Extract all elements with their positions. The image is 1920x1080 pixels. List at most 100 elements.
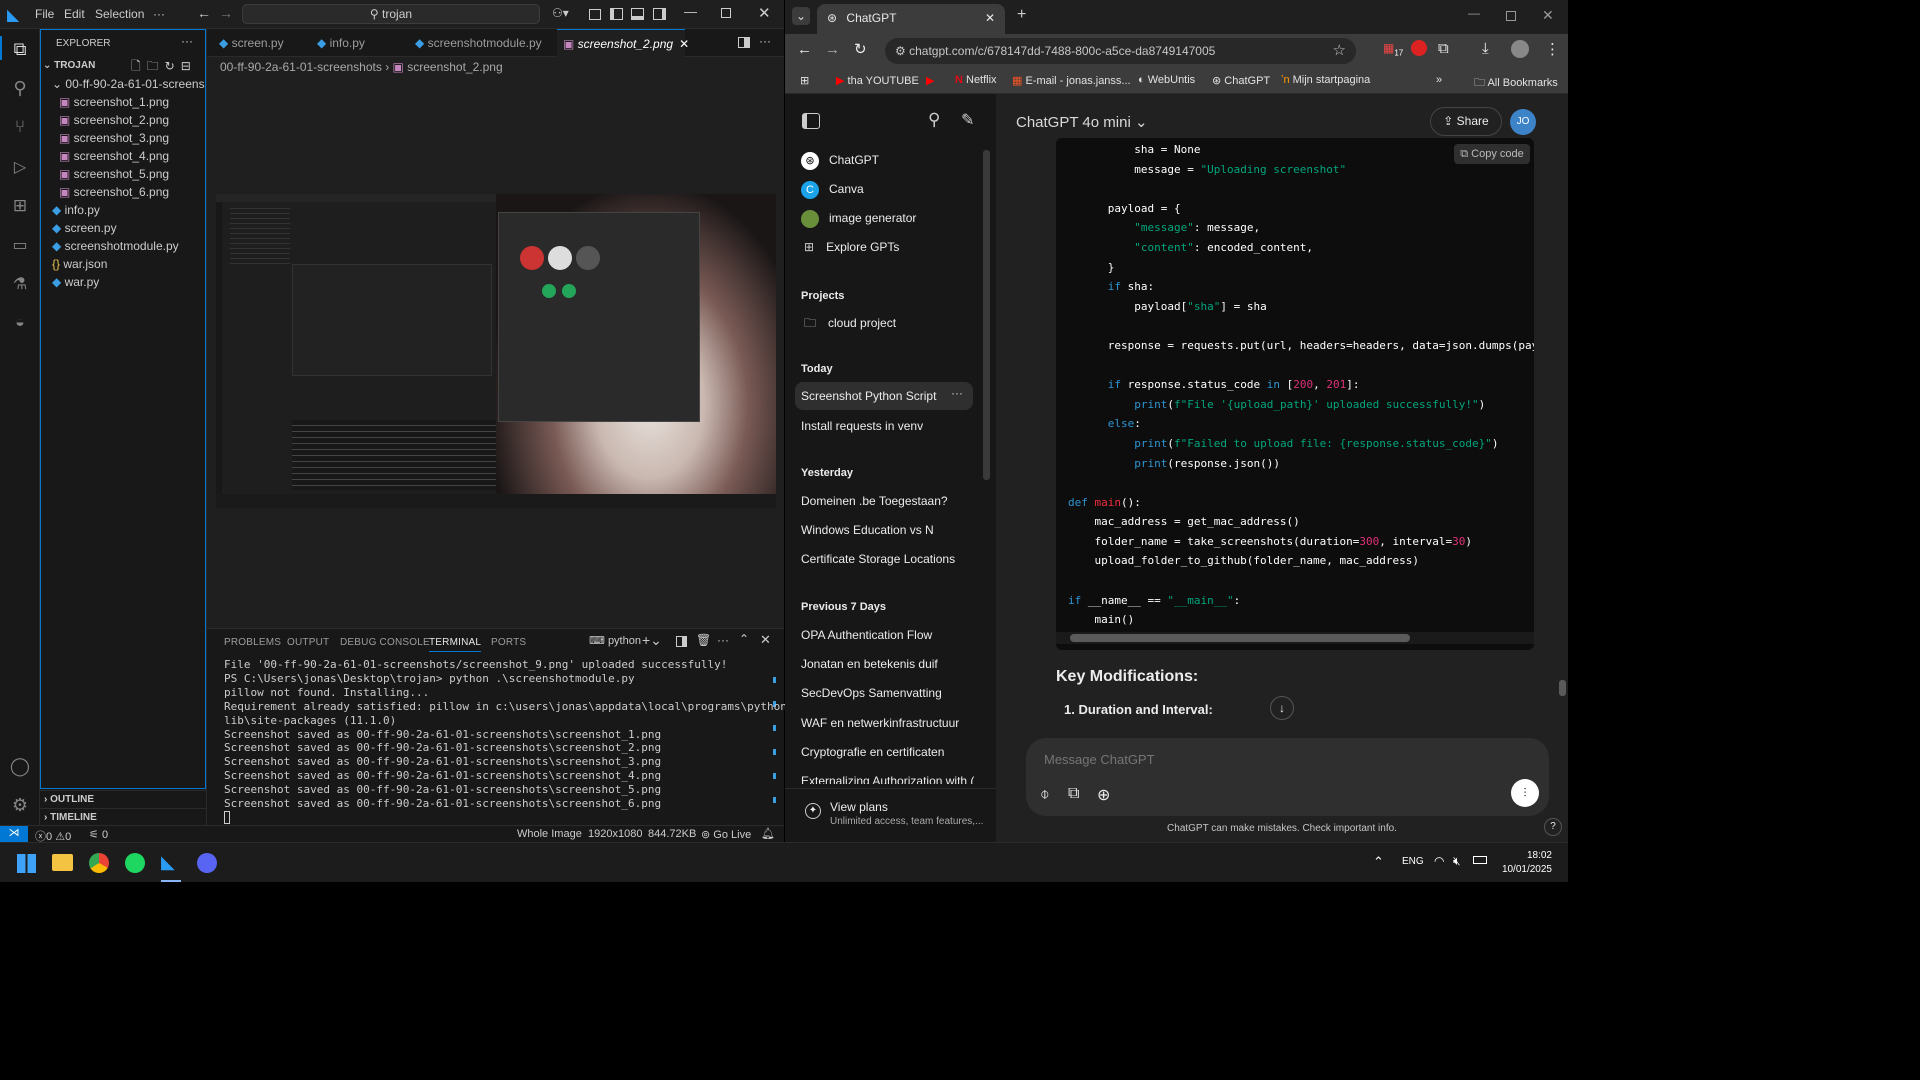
chat-cryptografie[interactable]: Cryptografie en certificaten [801, 745, 944, 759]
chat-domeinen[interactable]: Domeinen .be Toegestaan? [801, 494, 948, 508]
explorer-files-icon[interactable]: ⧉ [8, 37, 32, 61]
copilot-icon[interactable]: ⚇▾ [552, 6, 569, 20]
outline-section[interactable]: › OUTLINE [40, 790, 206, 808]
chat-jonatan-duif[interactable]: Jonatan en betekenis duif [801, 657, 938, 671]
show-hidden-icons-chevron-up-icon[interactable]: ⌃ [1373, 854, 1384, 870]
bookmark-star-icon[interactable]: ☆ [1333, 38, 1346, 64]
user-avatar[interactable]: JO [1510, 109, 1536, 135]
file-explorer-icon[interactable] [52, 854, 73, 871]
apps-grid-icon[interactable]: ⊞ [800, 74, 809, 87]
scroll-down-arrow-icon[interactable]: ↓ [1270, 696, 1294, 720]
split-terminal-icon[interactable] [676, 636, 687, 647]
folder-screenshots[interactable]: ⌄ 00-ff-90-2a-61-01-screensh... [40, 75, 206, 93]
help-button[interactable]: ? [1544, 818, 1562, 836]
vscode-icon[interactable]: ◣ [161, 852, 175, 873]
toggle-sidebar-icon[interactable] [802, 113, 820, 129]
tools-icon[interactable]: ⧉ [1068, 785, 1079, 803]
manage-gear-icon[interactable]: ⚙ [8, 793, 32, 817]
back-arrow-icon[interactable]: ← [797, 41, 812, 58]
file-war-py[interactable]: ◆ war.py [40, 273, 206, 291]
chrome-menu-icon[interactable]: ⋮ [1545, 40, 1560, 58]
panel-tab-output[interactable]: OUTPUT [287, 637, 329, 648]
file-screenshotmodule-py[interactable]: ◆ screenshotmodule.py [40, 237, 206, 255]
spotify-icon[interactable] [125, 853, 145, 873]
back-arrow-icon[interactable]: ← [197, 5, 211, 21]
chat-screenshot-python-script[interactable]: Screenshot Python Script [801, 389, 936, 403]
notifications-bell-icon[interactable]: 🔔︎ [761, 827, 775, 840]
address-bar[interactable]: ⚙ chatgpt.com/c/678147dd-7488-800c-a5ce-… [885, 38, 1356, 64]
layout-panel-icon[interactable] [589, 9, 601, 20]
chat-install-requests[interactable]: Install requests in venv [801, 419, 923, 433]
testing-flask-icon[interactable]: ⚗ [8, 272, 32, 296]
maximize-panel-chevron-up-icon[interactable]: ⌃ [739, 632, 749, 646]
accounts-icon[interactable]: ◯ [8, 754, 32, 778]
chrome-icon[interactable] [89, 853, 109, 873]
toggle-sidebar-icon[interactable] [610, 8, 623, 20]
extensions-icon[interactable]: ⊞ [8, 194, 32, 218]
file-screenshot-4[interactable]: ▣ screenshot_4.png [40, 147, 206, 165]
file-screenshot-1[interactable]: ▣ screenshot_1.png [40, 93, 206, 111]
chat-secdevops[interactable]: SecDevOps Samenvatting [801, 686, 942, 700]
panel-more-icon[interactable]: ··· [717, 633, 729, 647]
attach-paperclip-icon[interactable]: ⌽ [1040, 786, 1050, 804]
file-screen-py[interactable]: ◆ screen.py [40, 219, 206, 237]
docker-whale-icon[interactable]: ◒ [8, 311, 32, 335]
model-selector[interactable]: ChatGPT 4o mini ⌄ [1016, 113, 1148, 131]
bookmark-chatgpt[interactable]: ⊛ ChatGPT [1212, 74, 1270, 87]
code-hscroll-track[interactable] [1056, 632, 1534, 644]
panel-tab-ports[interactable]: PORTS [491, 637, 526, 648]
downloads-icon[interactable]: ⤓ [1482, 40, 1489, 57]
nav-canva[interactable]: C Canva [801, 181, 864, 199]
menu-file[interactable]: File [35, 7, 54, 21]
youtube-icon[interactable]: ▶ [926, 74, 934, 87]
image-zoom-status[interactable]: Whole Image [517, 828, 582, 840]
search-view-icon[interactable]: ⚲ [8, 76, 32, 100]
chat-certificate-storage[interactable]: Certificate Storage Locations [801, 552, 955, 566]
new-terminal-plus-icon[interactable]: +⌄ [642, 632, 662, 649]
bookmark-email[interactable]: ▦ E-mail - jonas.janss... [1012, 74, 1131, 87]
remote-indicator-icon[interactable]: ⋊ [0, 826, 28, 842]
menu-selection[interactable]: Selection [95, 7, 144, 21]
chat-externalizing[interactable]: Externalizing Authorization with ( [801, 774, 974, 784]
file-screenshot-6[interactable]: ▣ screenshot_6.png [40, 183, 206, 201]
file-screenshot-5[interactable]: ▣ screenshot_5.png [40, 165, 206, 183]
language-indicator[interactable]: ENG [1402, 856, 1424, 867]
copy-code-button[interactable]: ⧉ Copy code [1454, 144, 1530, 164]
clock-time[interactable]: 18:02 [1510, 850, 1552, 861]
file-screenshot-2[interactable]: ▣ screenshot_2.png [40, 111, 206, 129]
panel-tab-terminal[interactable]: TERMINAL [429, 637, 482, 652]
new-chat-edit-icon[interactable]: ✎ [961, 110, 974, 130]
close-tab-icon[interactable]: ✕ [679, 37, 689, 51]
go-live-button[interactable]: ⊚ Go Live [701, 828, 751, 841]
code-hscroll-thumb[interactable] [1070, 634, 1410, 642]
timeline-section[interactable]: › TIMELINE [40, 808, 206, 826]
split-editor-icon[interactable] [738, 37, 750, 48]
clock-date[interactable]: 10/01/2025 [1500, 864, 1552, 875]
kill-terminal-trash-icon[interactable]: 🗑 [696, 633, 711, 647]
nav-explore-gpts[interactable]: ⊞ Explore GPTs [801, 240, 899, 254]
sidebar-scrollbar[interactable] [983, 150, 990, 480]
project-cloud[interactable]: 🗀 cloud project [801, 314, 896, 335]
bookmark-webuntis[interactable]: ◐ WebUntis [1138, 74, 1195, 86]
profile-avatar[interactable] [1511, 40, 1529, 58]
toggle-secondary-sidebar-icon[interactable] [653, 8, 666, 20]
chat-options-icon[interactable]: ··· [951, 386, 963, 400]
file-info-py[interactable]: ◆ info.py [40, 201, 206, 219]
bookmark-youtube[interactable]: ▶ tha YOUTUBE [836, 74, 919, 87]
tab-screenshot-2-png[interactable]: ▣ screenshot_2.png ✕ [557, 29, 689, 57]
chat-waf[interactable]: WAF en netwerkinfrastructuur [801, 716, 959, 730]
toggle-panel-icon[interactable] [631, 8, 644, 20]
close-tab-icon[interactable]: ✕ [985, 4, 995, 32]
tab-search-chevron-icon[interactable]: ⌄ [792, 7, 810, 25]
command-center-search[interactable]: ⚲ trojan [242, 4, 540, 24]
close-window-icon[interactable]: ✕ [758, 4, 771, 22]
tab-screen-py[interactable]: ◆ screen.py [219, 29, 315, 57]
maximize-icon[interactable] [1506, 11, 1516, 21]
new-tab-plus-icon[interactable]: + [1017, 6, 1026, 24]
source-control-icon[interactable]: ⑂ [8, 115, 32, 139]
volume-muted-icon[interactable]: 🔇︎ [1453, 854, 1461, 869]
view-plans[interactable]: ✦ View plans Unlimited access, team feat… [785, 788, 996, 842]
share-button[interactable]: ⇪ Share [1430, 107, 1502, 136]
message-input[interactable] [1044, 748, 1504, 770]
nav-image-generator[interactable]: image generator [801, 210, 916, 228]
